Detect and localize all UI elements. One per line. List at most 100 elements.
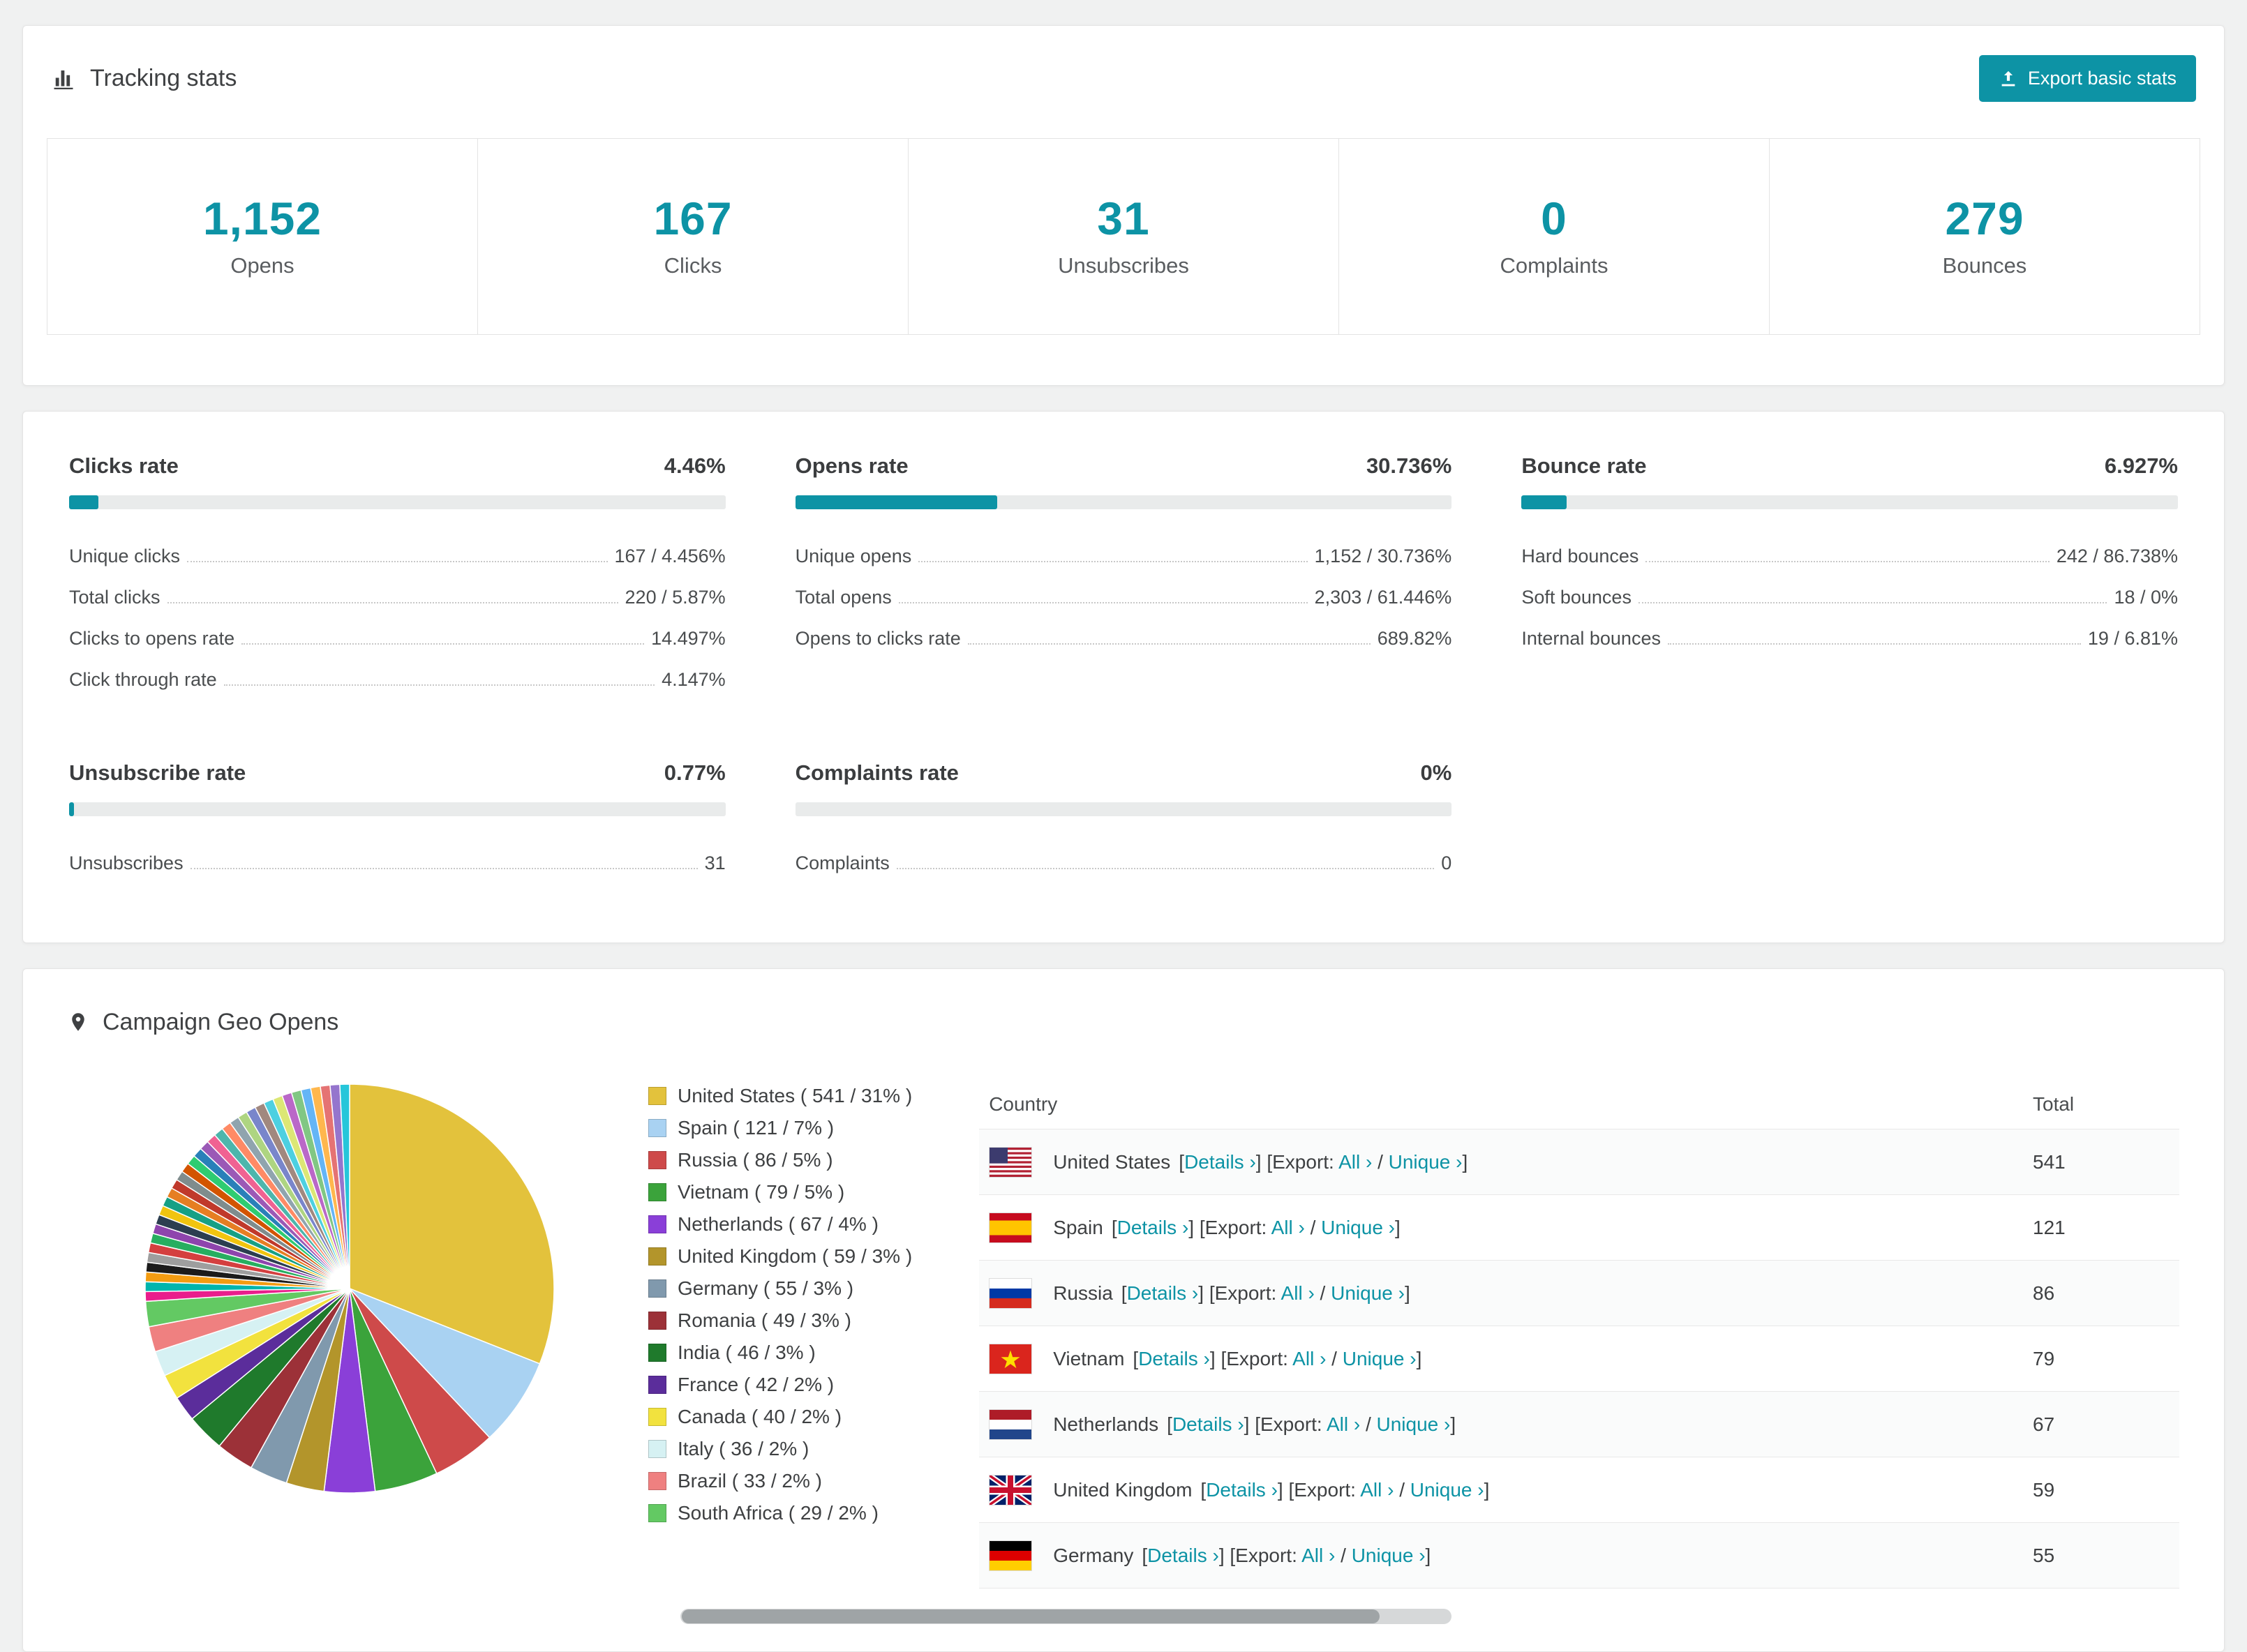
- legend-swatch: [648, 1087, 666, 1105]
- rate-stat-row-click-through-rate: Click through rate 4.147%: [69, 659, 726, 700]
- flag-nl-icon: [989, 1409, 1033, 1440]
- details-link[interactable]: Details ›: [1117, 1217, 1189, 1238]
- rate-progress-bar: [69, 495, 726, 509]
- export-unique-link[interactable]: Unique ›: [1377, 1413, 1451, 1435]
- rate-section-complaints-rate: Complaints rate 0% Complaints 0: [795, 760, 1452, 884]
- export-unique-link[interactable]: Unique ›: [1389, 1151, 1463, 1173]
- country-name: Spain: [1053, 1216, 1103, 1238]
- geo-row-total: 541: [2033, 1150, 2066, 1173]
- flag-gb-icon: [989, 1474, 1033, 1505]
- geo-row-country: United Kingdom [Details ›] [Export: All ›…: [979, 1474, 2033, 1505]
- legend-swatch: [648, 1247, 666, 1266]
- export-unique-link[interactable]: Unique ›: [1343, 1348, 1417, 1369]
- geo-row-total: 79: [2033, 1347, 2055, 1369]
- geo-opens-table: Country Total United States [Details ›] […: [979, 1079, 2179, 1589]
- rate-head: Opens rate 30.736%: [796, 453, 1452, 479]
- dotted-leader: [898, 602, 1308, 603]
- legend-label: Brazil ( 33 / 2% ): [678, 1470, 822, 1492]
- export-unique-link[interactable]: Unique ›: [1410, 1479, 1484, 1501]
- legend-label: Vietnam ( 79 / 5% ): [678, 1181, 845, 1203]
- export-unique-link[interactable]: Unique ›: [1331, 1282, 1405, 1304]
- export-all-link[interactable]: All ›: [1360, 1479, 1394, 1501]
- rate-stat-row-unique-clicks: Unique clicks 167 / 4.456%: [69, 536, 726, 577]
- geo-table-row-netherlands: Netherlands [Details ›] [Export: All › / …: [979, 1392, 2179, 1457]
- legend-label: France ( 42 / 2% ): [678, 1374, 835, 1395]
- bar-chart-icon: [51, 66, 76, 91]
- details-link[interactable]: Details ›: [1172, 1413, 1244, 1435]
- legend-item-russia: Russia ( 86 / 5% ): [648, 1149, 912, 1171]
- rate-stat-row-soft-bounces: Soft bounces 18 / 0%: [1521, 577, 2178, 618]
- details-link[interactable]: Details ›: [1138, 1348, 1210, 1369]
- country-name: Vietnam: [1053, 1347, 1125, 1369]
- dotted-leader: [1667, 643, 2081, 645]
- export-all-link[interactable]: All ›: [1271, 1217, 1305, 1238]
- export-all-link[interactable]: All ›: [1301, 1545, 1335, 1566]
- flag-ru-icon: [989, 1277, 1033, 1309]
- rate-stat-label: Soft bounces: [1521, 587, 1632, 608]
- rate-progress-bar: [1521, 495, 2178, 509]
- rate-stat-label: Hard bounces: [1521, 546, 1639, 566]
- export-all-link[interactable]: All ›: [1292, 1348, 1326, 1369]
- export-unique-link[interactable]: Unique ›: [1321, 1217, 1395, 1238]
- rate-title: Bounce rate: [1521, 453, 1647, 478]
- legend-swatch: [648, 1151, 666, 1169]
- horizontal-scrollbar-thumb[interactable]: [682, 1609, 1380, 1623]
- export-all-link[interactable]: All ›: [1327, 1413, 1360, 1435]
- geo-table-row-vietnam: Vietnam [Details ›] [Export: All › / Uniq…: [979, 1326, 2179, 1392]
- export-all-link[interactable]: All ›: [1338, 1151, 1372, 1173]
- geo-row-total: 59: [2033, 1478, 2055, 1501]
- rate-stat-label: Complaints: [795, 853, 890, 873]
- country-name: Germany: [1053, 1544, 1134, 1566]
- details-link[interactable]: Details ›: [1184, 1151, 1256, 1173]
- export-all-link[interactable]: All ›: [1281, 1282, 1315, 1304]
- stat-label-opens: Opens: [230, 253, 294, 278]
- rate-progress-fill: [69, 495, 98, 509]
- country-name: Netherlands: [1053, 1413, 1159, 1435]
- rate-head: Complaints rate 0%: [796, 760, 1452, 786]
- legend-swatch: [648, 1440, 666, 1458]
- rate-title: Complaints rate: [795, 760, 959, 785]
- country-column-header: Country: [989, 1092, 1058, 1115]
- details-link[interactable]: Details ›: [1206, 1479, 1278, 1501]
- flag-vn-icon: [989, 1343, 1033, 1374]
- stat-label-unsubscribes: Unsubscribes: [1058, 253, 1189, 278]
- export-basic-stats-button[interactable]: Export basic stats: [1978, 55, 2196, 102]
- horizontal-scrollbar-track[interactable]: [680, 1609, 1451, 1624]
- rate-percentage: 0%: [1420, 760, 1452, 785]
- stat-box-bounces: 279 Bounces: [1769, 138, 2200, 335]
- tracking-stats-card: Tracking stats Export basic stats 1,152 O…: [22, 25, 2225, 386]
- dotted-leader: [967, 643, 1371, 645]
- rate-stat-label: Unsubscribes: [69, 853, 184, 873]
- country-name: Russia: [1053, 1282, 1113, 1304]
- rate-stat-row-unsubscribes: Unsubscribes 31: [69, 843, 726, 884]
- legend-swatch: [648, 1279, 666, 1298]
- rate-title: Opens rate: [795, 453, 909, 478]
- country-links: [Details ›] [Export: All › / Unique ›]: [1167, 1413, 1456, 1435]
- geo-table-row-united-kingdom: United Kingdom [Details ›] [Export: All ›…: [979, 1457, 2179, 1523]
- country-links: [Details ›] [Export: All › / Unique ›]: [1133, 1347, 1422, 1369]
- legend-item-italy: Italy ( 36 / 2% ): [648, 1438, 912, 1460]
- details-link[interactable]: Details ›: [1127, 1282, 1199, 1304]
- rate-title: Clicks rate: [69, 453, 179, 478]
- geo-row-country: Germany [Details ›] [Export: All › / Uniq…: [979, 1540, 2033, 1571]
- legend-label: Romania ( 49 / 3% ): [678, 1309, 851, 1331]
- rate-stat-row-complaints: Complaints 0: [796, 843, 1452, 884]
- stat-label-clicks: Clicks: [664, 253, 722, 278]
- geo-row-country: Vietnam [Details ›] [Export: All › / Uniq…: [979, 1343, 2033, 1374]
- tracking-stats-title: Tracking stats: [51, 65, 237, 92]
- summary-stats-row: 1,152 Opens 167 Clicks 31 Unsubscribes 0 Compla…: [47, 138, 2200, 335]
- rate-progress-fill: [69, 802, 75, 816]
- flag-de-icon: [989, 1540, 1033, 1571]
- legend-item-netherlands: Netherlands ( 67 / 4% ): [648, 1213, 912, 1236]
- rate-section-clicks-rate: Clicks rate 4.46% Unique clicks 167 / 4.456…: [69, 453, 726, 700]
- rate-stat-label: Internal bounces: [1521, 628, 1661, 649]
- rate-progress-fill: [795, 495, 997, 509]
- geo-opens-title-text: Campaign Geo Opens: [103, 1008, 339, 1035]
- export-icon: [1999, 69, 2018, 89]
- export-unique-link[interactable]: Unique ›: [1352, 1545, 1426, 1566]
- country-name: United Kingdom: [1053, 1478, 1193, 1501]
- rate-rows: Unsubscribes 31: [69, 843, 726, 884]
- details-link[interactable]: Details ›: [1147, 1545, 1219, 1566]
- stat-box-unsubscribes: 31 Unsubscribes: [908, 138, 1339, 335]
- rate-stat-label: Unique clicks: [69, 546, 181, 566]
